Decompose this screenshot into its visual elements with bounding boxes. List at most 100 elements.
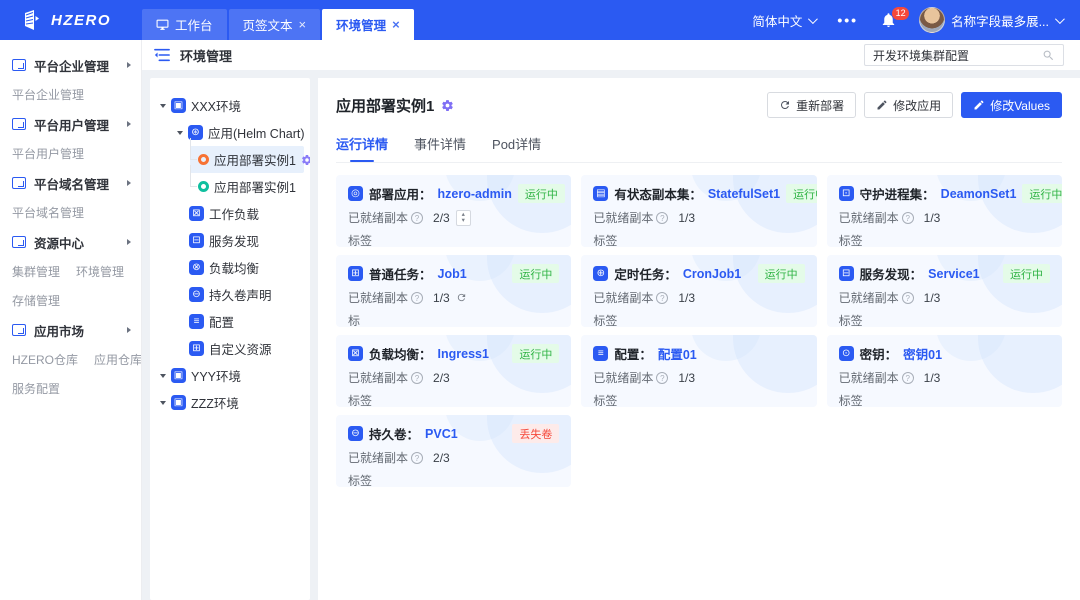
sidebar-item-集群管理[interactable]: 集群管理 <box>12 263 60 280</box>
card-name-link[interactable]: DeamonSet1 <box>941 187 1017 201</box>
replica-stepper[interactable]: ▴▾ <box>456 210 471 226</box>
resource-card-密钥01: ⊙密钥：密钥01已就绪副本?1/3标签选择器app.kubernetes.io/… <box>827 335 1062 407</box>
card-kind-label: 服务发现： <box>860 264 923 283</box>
help-circle-icon[interactable]: ? <box>411 452 423 464</box>
card-name-link[interactable]: Service1 <box>928 267 979 281</box>
tree-node-服务发现[interactable]: ⊟服务发现 <box>177 227 304 254</box>
sidebar-group-label: 平台用户管理 <box>34 115 109 134</box>
tree-node-负载均衡[interactable]: ⊗负载均衡 <box>177 254 304 281</box>
search-box[interactable] <box>864 44 1064 66</box>
replicas-value: 1/3 <box>924 211 941 225</box>
tree-caret-icon[interactable] <box>160 374 166 378</box>
sidebar-item-HZERO仓库[interactable]: HZERO仓库 <box>12 351 78 368</box>
tree-node-持久卷声明[interactable]: ⊖持久卷声明 <box>177 281 304 308</box>
tab-Pod详情[interactable]: Pod详情 <box>492 134 541 162</box>
card-header: ⊕定时任务：CronJob1运行中 <box>593 264 804 283</box>
重新部署-button[interactable]: 重新部署 <box>767 92 856 118</box>
help-circle-icon[interactable]: ? <box>902 292 914 304</box>
sidebar-item-应用仓库[interactable]: 应用仓库 <box>94 351 142 368</box>
sidebar-item-平台用户管理[interactable]: 平台用户管理 <box>12 145 84 162</box>
instance-ring-orange-icon <box>198 154 209 165</box>
replicas-row: 已就绪副本?1/3 <box>839 289 1050 306</box>
tab-事件详情[interactable]: 事件详情 <box>414 134 466 162</box>
app-window-icon <box>12 177 26 189</box>
replicas-value: 2/3 <box>433 371 450 385</box>
help-circle-icon[interactable]: ? <box>656 372 668 384</box>
修改Values-button[interactable]: 修改Values <box>961 92 1062 118</box>
card-name-link[interactable]: StatefulSet1 <box>708 187 780 201</box>
tree-node-工作负载[interactable]: ⊠工作负载 <box>177 200 304 227</box>
sidebar-group-平台用户管理[interactable]: 平台用户管理 <box>0 109 141 139</box>
user-menu[interactable]: 名称字段最多展... <box>919 7 1062 33</box>
help-circle-icon[interactable]: ? <box>411 372 423 384</box>
help-circle-icon[interactable]: ? <box>902 372 914 384</box>
restart-icon[interactable] <box>456 292 467 303</box>
card-header: ⊡守护进程集：DeamonSet1运行中 <box>839 184 1050 203</box>
tree-node-label: 服务发现 <box>209 231 259 250</box>
sidebar-group-平台域名管理[interactable]: 平台域名管理 <box>0 168 141 198</box>
notification-badge: 12 <box>892 7 909 20</box>
replicas-label: 已就绪副本 <box>348 449 408 466</box>
language-switcher[interactable]: 简体中文 <box>752 11 815 30</box>
card-name-link[interactable]: 配置01 <box>658 344 697 363</box>
tree-caret-icon[interactable] <box>160 104 166 108</box>
tab-运行详情[interactable]: 运行详情 <box>336 134 388 162</box>
修改应用-button[interactable]: 修改应用 <box>864 92 953 118</box>
nav-tab-工作台[interactable]: 工作台 <box>142 9 227 40</box>
sidebar-group-平台企业管理[interactable]: 平台企业管理 <box>0 50 141 80</box>
card-name-link[interactable]: PVC1 <box>425 427 458 441</box>
tree-node-XXX环境[interactable]: ▣XXX环境 <box>160 92 304 119</box>
nav-tab-页签文本[interactable]: 页签文本× <box>229 9 321 40</box>
resource-card-Service1: ⊟服务发现：Service1运行中已就绪副本?1/3标签选择器app.kuber… <box>827 255 1062 327</box>
sidebar-item-服务配置[interactable]: 服务配置 <box>12 380 60 397</box>
tree-caret-icon[interactable] <box>160 401 166 405</box>
card-name-link[interactable]: hzero-admin <box>438 187 512 201</box>
sidebar-item-平台域名管理[interactable]: 平台域名管理 <box>12 204 84 221</box>
selector-label: 标签选择器 <box>348 232 380 247</box>
collapse-menu-icon[interactable] <box>154 48 170 62</box>
search-icon[interactable] <box>1042 49 1055 62</box>
more-menu-icon[interactable]: ••• <box>837 12 858 28</box>
tree-node-应用部署实例1[interactable]: 应用部署实例1 <box>190 146 304 173</box>
resource-card-Ingress1: ⊠负载均衡：Ingress1运行中已就绪副本?2/3标签选择器app.kuber… <box>336 335 571 407</box>
sidebar-group-资源中心[interactable]: 资源中心 <box>0 227 141 257</box>
notification-bell[interactable]: 12 <box>880 11 897 29</box>
card-name-link[interactable]: 密钥01 <box>903 344 942 363</box>
search-input[interactable] <box>873 48 1042 62</box>
card-header: ◎部署应用：hzero-admin运行中 <box>348 184 559 203</box>
card-name-link[interactable]: Ingress1 <box>438 347 489 361</box>
sidebar-group-应用市场[interactable]: 应用市场 <box>0 315 141 345</box>
selector-row: 标签选择器app.kubernetes.io/instance=ng <box>593 312 804 327</box>
sidebar-group-label: 应用市场 <box>34 321 84 340</box>
help-circle-icon[interactable]: ? <box>656 292 668 304</box>
tree-node-自定义资源[interactable]: ⊞自定义资源 <box>177 335 304 362</box>
close-icon[interactable]: × <box>299 17 307 32</box>
selector-label: 标签选择器 <box>593 232 625 247</box>
node-settings-gear-icon[interactable] <box>301 154 310 166</box>
help-circle-icon[interactable]: ? <box>902 212 914 224</box>
tree-node-YYY环境[interactable]: ▣YYY环境 <box>160 362 304 389</box>
sidebar-item-环境管理[interactable]: 环境管理 <box>76 263 124 280</box>
sidebar-item-平台企业管理[interactable]: 平台企业管理 <box>12 86 84 103</box>
sidebar-item-存储管理[interactable]: 存储管理 <box>12 292 60 309</box>
main-panel: 应用部署实例1 重新部署修改应用修改Values 运行详情事件详情Pod详情 ◎… <box>318 78 1080 600</box>
tree-node-应用部署实例1[interactable]: 应用部署实例1 <box>190 173 304 200</box>
card-name-link[interactable]: Job1 <box>438 267 467 281</box>
help-circle-icon[interactable]: ? <box>411 212 423 224</box>
instance-settings-gear-icon[interactable] <box>441 99 454 112</box>
environment-icon: ▣ <box>171 98 186 113</box>
replicas-label: 已就绪副本 <box>348 369 408 386</box>
replicas-row: 已就绪副本?1/3 <box>839 369 1050 386</box>
help-circle-icon[interactable]: ? <box>656 212 668 224</box>
tree-node-ZZZ环境[interactable]: ▣ZZZ环境 <box>160 389 304 416</box>
close-icon[interactable]: × <box>392 17 400 32</box>
tree-caret-icon[interactable] <box>177 131 183 135</box>
pvc-icon: ⊖ <box>189 287 204 302</box>
nav-tab-环境管理[interactable]: 环境管理× <box>322 9 414 40</box>
help-circle-icon[interactable]: ? <box>411 292 423 304</box>
card-name-link[interactable]: CronJob1 <box>683 267 741 281</box>
tree-node-配置[interactable]: ≡配置 <box>177 308 304 335</box>
replicas-label: 已就绪副本 <box>839 369 899 386</box>
page-header: 环境管理 <box>142 40 1080 70</box>
environment-icon: ▣ <box>171 368 186 383</box>
